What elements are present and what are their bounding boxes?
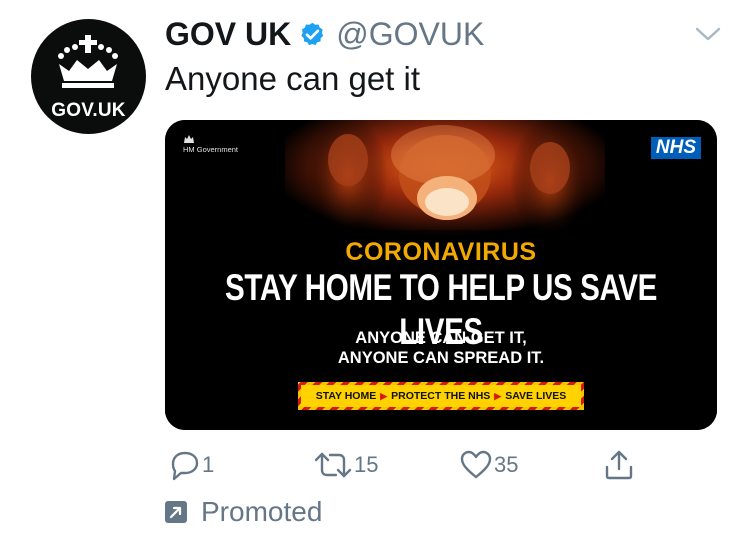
hm-government-logo: HM Government	[183, 134, 238, 154]
poster-kicker: CORONAVIRUS	[345, 238, 537, 266]
arrow-right-icon: ▶	[380, 390, 388, 401]
promoted-indicator: Promoted	[165, 496, 322, 528]
share-button[interactable]	[602, 448, 636, 482]
banner-item: PROTECT THE NHS	[391, 390, 491, 402]
promoted-label: Promoted	[201, 496, 323, 527]
banner-item: STAY HOME	[315, 390, 377, 402]
retweet-button[interactable]: 15	[312, 448, 378, 482]
like-button[interactable]: 35	[458, 448, 518, 482]
reply-button[interactable]: 1	[166, 448, 214, 482]
hm-government-text: HM Government	[183, 145, 239, 154]
crest-icon	[184, 135, 194, 143]
arrow-right-icon: ▶	[494, 390, 502, 401]
poster-line-1: ANYONE CAN GET IT,	[355, 329, 527, 347]
retweet-icon	[314, 452, 352, 478]
reply-count: 1	[202, 452, 215, 477]
display-name[interactable]: GOV UK	[165, 16, 291, 53]
media-card[interactable]: HM Government NHS CORONAVIRUS STAY HOME …	[165, 120, 717, 430]
poster-line-2: ANYONE CAN SPREAD IT.	[337, 349, 545, 367]
banner-item: SAVE LIVES	[505, 390, 567, 402]
promoted-icon	[165, 501, 187, 523]
reply-icon	[171, 451, 199, 481]
tweet-text: Anyone can get it	[165, 60, 421, 97]
poster-banner: STAY HOME ▶ PROTECT THE NHS ▶ SAVE LIVES	[298, 382, 584, 410]
chevron-down-icon[interactable]	[694, 24, 722, 44]
nhs-logo: NHS	[650, 137, 701, 159]
like-icon	[460, 450, 492, 479]
verified-badge-icon	[301, 22, 324, 45]
avatar-label: GOV.UK	[51, 100, 126, 121]
tweet-actions: 1 15 35	[0, 448, 750, 484]
like-count: 35	[494, 452, 519, 477]
retweet-count: 15	[354, 452, 379, 477]
user-handle[interactable]: @GOVUK	[336, 16, 484, 53]
avatar[interactable]: GOV.UK	[31, 19, 146, 134]
share-icon	[605, 450, 633, 480]
tweet-header: GOV UK @GOVUK	[165, 14, 484, 54]
